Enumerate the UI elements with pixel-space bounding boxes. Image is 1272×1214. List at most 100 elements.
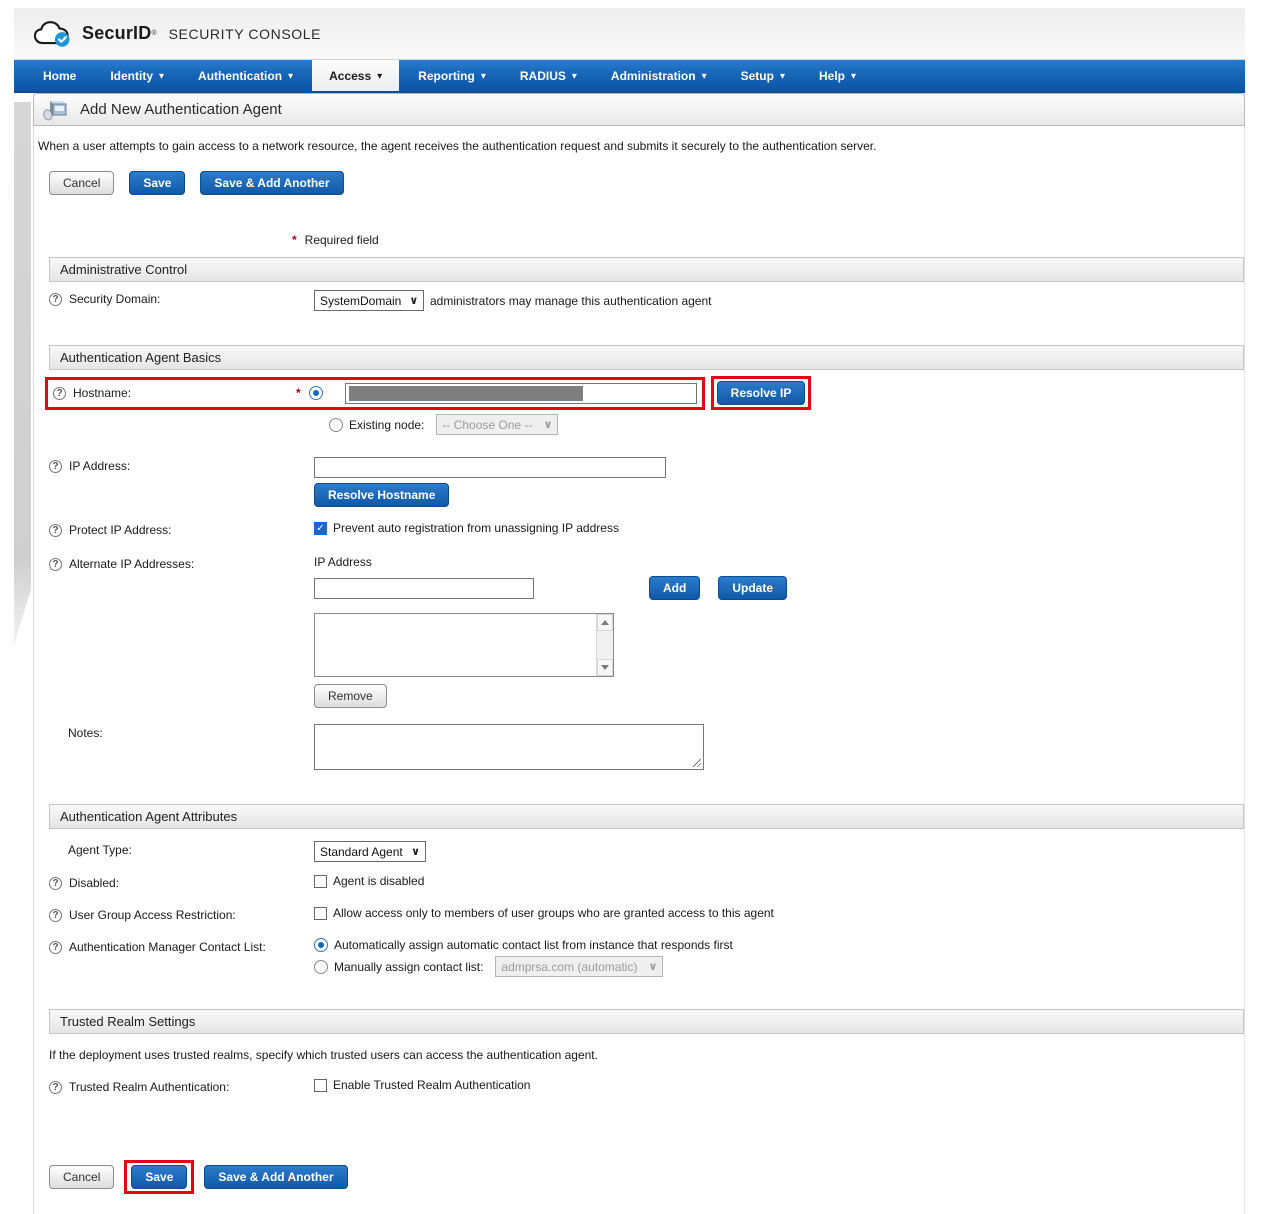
scroll-down-icon[interactable] <box>597 659 613 676</box>
help-icon[interactable]: ? <box>49 459 62 473</box>
notes-textarea[interactable] <box>314 724 704 770</box>
ip-address-input[interactable] <box>314 457 666 478</box>
help-icon[interactable]: ? <box>49 908 62 922</box>
hostname-label: Hostname: <box>73 386 132 400</box>
help-icon[interactable]: ? <box>53 386 66 400</box>
existing-node-row: Existing node: -- Choose One -- ∨ <box>34 412 1244 443</box>
chevron-down-icon: ∨ <box>411 846 420 858</box>
brand-trademark: ® <box>151 30 157 37</box>
chevron-down-icon: ▾ <box>377 70 383 82</box>
save-button[interactable]: Save <box>129 171 186 195</box>
top-action-bar: Cancel Save Save & Add Another <box>34 153 1244 195</box>
hostname-radio[interactable] <box>308 386 323 400</box>
page-title: Add New Authentication Agent <box>80 101 282 118</box>
nav-setup[interactable]: Setup ▾ <box>724 60 802 91</box>
chevron-down-icon: ▾ <box>701 70 707 82</box>
protect-ip-label: Protect IP Address: <box>69 523 172 537</box>
help-icon[interactable]: ? <box>49 876 62 890</box>
add-button[interactable]: Add <box>649 576 701 600</box>
existing-node-label: Existing node: <box>349 417 425 432</box>
notes-label: Notes: <box>68 726 103 740</box>
agent-type-label: Agent Type: <box>68 843 132 857</box>
help-icon[interactable]: ? <box>49 1080 62 1094</box>
main-nav: Home Identity ▾ Authentication ▾ Access ▾ R… <box>14 60 1245 93</box>
save-add-another-button[interactable]: Save & Add Another <box>204 1165 348 1189</box>
save-add-another-button[interactable]: Save & Add Another <box>200 171 344 195</box>
agent-icon <box>43 100 67 120</box>
contact-list-label: Authentication Manager Contact List: <box>69 940 266 954</box>
disabled-row: ? Disabled: Agent is disabled <box>34 866 1244 898</box>
scroll-up-icon[interactable] <box>597 614 613 631</box>
save-button[interactable]: Save <box>131 1165 188 1189</box>
help-icon[interactable]: ? <box>49 940 62 954</box>
user-group-label: User Group Access Restriction: <box>69 908 236 922</box>
alternate-ip-input[interactable] <box>314 577 534 599</box>
resolve-hostname-button[interactable]: Resolve Hostname <box>314 483 450 507</box>
bottom-action-bar: Cancel Save Save & Add Another <box>34 1102 1244 1194</box>
required-note-text: Required field <box>304 233 379 247</box>
user-group-option-text: Allow access only to members of user gro… <box>333 906 774 920</box>
chevron-down-icon: ▾ <box>851 70 857 82</box>
contact-list-manual-radio[interactable] <box>314 959 328 974</box>
security-domain-select[interactable]: SystemDomain ∨ <box>314 290 424 311</box>
security-domain-row: ? Security Domain: SystemDomain ∨ admini… <box>34 282 1244 319</box>
page-content: Add New Authentication Agent When a user… <box>33 93 1245 1214</box>
securid-cloud-logo <box>34 20 70 47</box>
required-asterisk: * <box>296 386 301 400</box>
nav-identity[interactable]: Identity ▾ <box>93 60 181 91</box>
security-domain-label: Security Domain: <box>69 292 161 306</box>
ip-address-label: IP Address: <box>69 459 131 473</box>
chevron-down-icon: ▾ <box>288 70 294 82</box>
contact-list-row: ? Authentication Manager Contact List: A… <box>34 930 1244 985</box>
chevron-down-icon: ▾ <box>571 70 577 82</box>
existing-node-radio[interactable] <box>329 417 343 432</box>
section-agent-attributes: Authentication Agent Attributes <box>49 804 1244 829</box>
user-group-restriction-checkbox[interactable] <box>314 906 327 920</box>
nav-authentication[interactable]: Authentication ▾ <box>181 60 310 91</box>
security-domain-suffix: administrators may manage this authentic… <box>430 293 712 308</box>
section-administrative-control: Administrative Control <box>49 257 1244 282</box>
remove-button[interactable]: Remove <box>314 684 387 708</box>
agent-type-row: Agent Type: Standard Agent ∨ <box>34 829 1244 866</box>
trusted-realm-description: If the deployment uses trusted realms, s… <box>49 1048 598 1062</box>
agent-type-select[interactable]: Standard Agent ∨ <box>314 841 426 862</box>
trusted-realm-auth-checkbox[interactable] <box>314 1078 327 1092</box>
help-icon[interactable]: ? <box>49 557 62 571</box>
brand-name: SecurID <box>82 23 152 43</box>
chevron-down-icon: ▾ <box>779 70 785 82</box>
nav-reporting[interactable]: Reporting ▾ <box>401 60 503 91</box>
nav-radius[interactable]: RADIUS ▾ <box>503 60 594 91</box>
nav-access[interactable]: Access ▾ <box>312 60 400 91</box>
notes-row: Notes: <box>34 708 1244 778</box>
nav-administration[interactable]: Administration ▾ <box>594 60 724 91</box>
nav-help[interactable]: Help ▾ <box>802 60 873 91</box>
protect-ip-row: ? Protect IP Address: ✓ Prevent auto reg… <box>34 509 1244 545</box>
existing-node-select: -- Choose One -- ∨ <box>436 414 559 435</box>
agent-disabled-checkbox[interactable] <box>314 874 327 888</box>
alternate-ip-column-header: IP Address <box>314 555 372 569</box>
chevron-down-icon: ▾ <box>159 70 165 82</box>
redacted-hostname-value <box>348 385 584 401</box>
cancel-button[interactable]: Cancel <box>49 171 115 195</box>
hostname-row: ? Hostname: * Resolve IP <box>34 370 1244 412</box>
section-agent-basics: Authentication Agent Basics <box>49 345 1244 370</box>
resolve-ip-button[interactable]: Resolve IP <box>716 381 806 405</box>
user-group-restriction-row: ? User Group Access Restriction: Allow a… <box>34 898 1244 930</box>
app-header: SecurID ® SECURITY CONSOLE <box>14 8 1245 60</box>
help-icon[interactable]: ? <box>49 523 62 537</box>
nav-home[interactable]: Home <box>26 60 93 91</box>
help-icon[interactable]: ? <box>49 292 62 306</box>
alternate-ip-label: Alternate IP Addresses: <box>69 557 195 571</box>
alternate-ip-listbox[interactable] <box>314 613 614 677</box>
hostname-input[interactable] <box>344 382 697 404</box>
listbox-scrollbar[interactable] <box>596 614 613 676</box>
contact-list-auto-radio[interactable] <box>314 938 328 952</box>
page-description: When a user attempts to gain access to a… <box>38 139 877 153</box>
disabled-option-text: Agent is disabled <box>333 874 425 888</box>
console-title: SECURITY CONSOLE <box>168 25 322 42</box>
hostname-annotation-box: ? Hostname: * <box>45 376 705 410</box>
protect-ip-checkbox[interactable]: ✓ <box>314 521 327 535</box>
resize-handle-icon[interactable] <box>691 757 701 767</box>
update-button[interactable]: Update <box>718 576 787 600</box>
cancel-button[interactable]: Cancel <box>49 1165 115 1189</box>
